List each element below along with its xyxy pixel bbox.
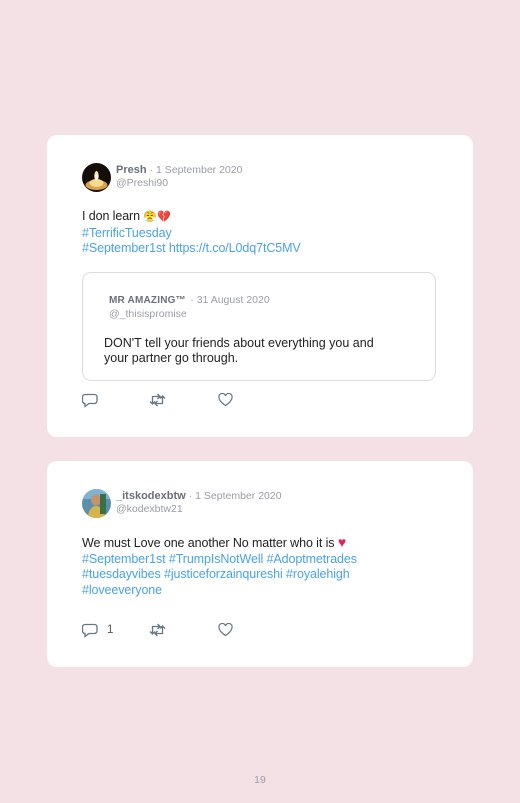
heart-icon xyxy=(218,623,233,637)
user-name[interactable]: Presh xyxy=(116,164,147,176)
tweet-text-main: We must Love one another No matter who i… xyxy=(82,536,335,550)
hashtag-link[interactable]: #loveeveryone xyxy=(82,583,357,599)
quoted-user-name[interactable]: MR AMAZING™ xyxy=(109,295,186,306)
tweet-text: We must Love one another No matter who i… xyxy=(82,534,357,599)
like-button[interactable] xyxy=(218,393,233,409)
reply-icon xyxy=(82,393,98,408)
reply-button[interactable]: 1 xyxy=(82,623,113,639)
quoted-text: DON'T tell your friends about everything… xyxy=(104,336,404,366)
quoted-date[interactable]: · 31 August 2020 xyxy=(190,294,269,306)
tweet-date[interactable]: · 1 September 2020 xyxy=(150,164,243,176)
avatar[interactable] xyxy=(82,489,111,518)
user-handle[interactable]: @Preshi90 xyxy=(116,177,242,190)
tweet-card: Presh · 1 September 2020 @Preshi90 I don… xyxy=(47,135,473,437)
quoted-tweet[interactable]: MR AMAZING™ · 31 August 2020 @_thisispro… xyxy=(82,272,436,381)
tweet-date[interactable]: · 1 September 2020 xyxy=(189,490,282,502)
user-handle[interactable]: @kodexbtw21 xyxy=(116,503,282,516)
retweet-button[interactable] xyxy=(149,623,166,639)
quoted-text-line: your partner go through. xyxy=(104,351,239,365)
quoted-text-line: DON'T tell your friends about everything… xyxy=(104,336,374,350)
heart-emoji: ♥ xyxy=(337,534,347,550)
tweet-text-main: I don learn xyxy=(82,209,140,223)
hashtag-link[interactable]: #TerrificTuesday xyxy=(82,226,301,242)
emoji: 😤💔 xyxy=(143,211,171,223)
page-number: 19 xyxy=(254,774,266,786)
reply-count: 1 xyxy=(107,624,114,636)
retweet-icon xyxy=(149,623,166,637)
reply-icon xyxy=(82,623,98,638)
hashtag-link[interactable]: #September1st https://t.co/L0dq7tC5MV xyxy=(82,241,301,257)
tweet-card: _itskodexbtw · 1 September 2020 @kodexbt… xyxy=(47,461,473,667)
retweet-button[interactable] xyxy=(149,393,166,409)
retweet-icon xyxy=(149,393,166,407)
quoted-user-handle[interactable]: @_thisispromise xyxy=(109,308,270,321)
hashtag-link[interactable]: #tuesdayvibes #justiceforzainqureshi #ro… xyxy=(82,567,357,583)
reply-button[interactable] xyxy=(82,393,98,409)
like-button[interactable] xyxy=(218,623,233,639)
hashtag-link[interactable]: #September1st #TrumpIsNotWell #Adoptmetr… xyxy=(82,552,357,568)
tweet-text: I don learn 😤💔 #TerrificTuesday #Septemb… xyxy=(82,209,301,257)
heart-icon xyxy=(218,393,233,407)
avatar[interactable] xyxy=(82,163,111,192)
user-name[interactable]: _itskodexbtw xyxy=(116,490,186,502)
